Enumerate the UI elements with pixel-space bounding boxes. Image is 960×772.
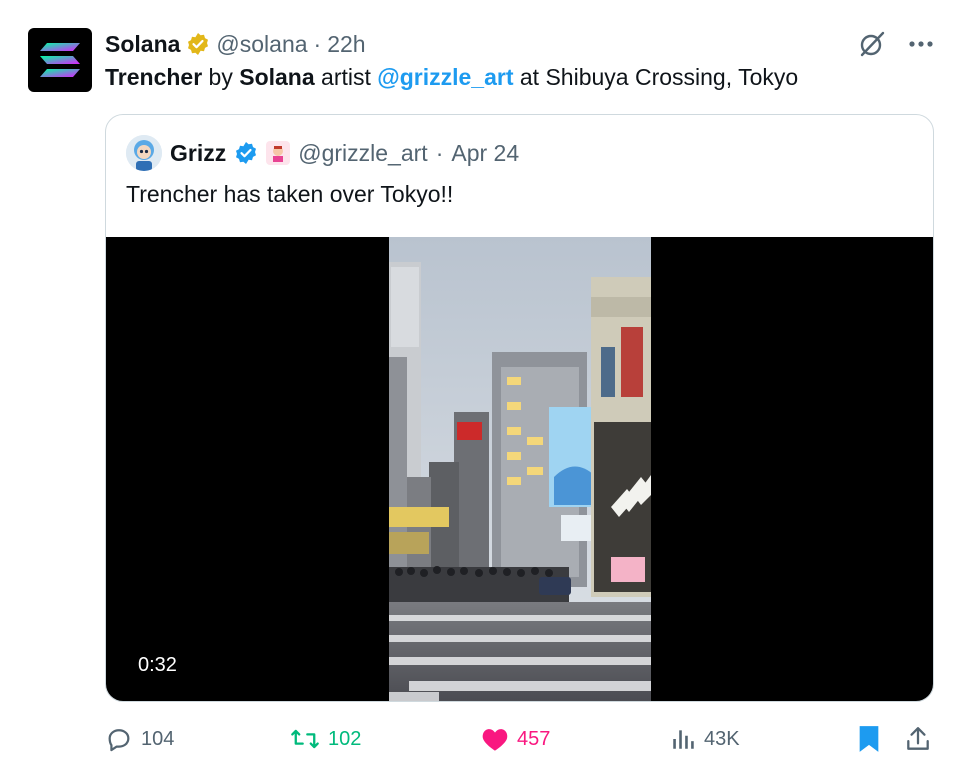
tweet-body: Trencher by Solana artist @grizzle_art a… (105, 64, 798, 91)
grok-button[interactable] (858, 30, 886, 58)
bookmark-button[interactable] (857, 722, 881, 756)
video-player[interactable]: 0:32 (106, 237, 933, 701)
solana-avatar[interactable] (28, 28, 92, 92)
separator-dot: · (313, 30, 322, 57)
more-icon (909, 41, 933, 47)
action-bar: 104 102 457 43K (105, 722, 937, 756)
views-count: 43K (704, 727, 740, 750)
share-button[interactable] (905, 722, 931, 756)
affiliate-badge-icon[interactable] (266, 141, 291, 165)
author-handle[interactable]: @solana (216, 31, 307, 58)
body-text-1: by (202, 64, 240, 90)
more-button[interactable] (908, 40, 934, 48)
reply-count: 104 (141, 727, 175, 750)
reply-button[interactable]: 104 (105, 722, 174, 756)
quote-author-handle[interactable]: @grizzle_art (298, 140, 427, 167)
grok-icon (860, 31, 885, 57)
quote-header: Grizz @grizzle_art · Apr 24 (126, 135, 519, 171)
body-text-3: at Shibuya Crossing, Tokyo (513, 64, 799, 90)
retweet-icon (291, 729, 319, 749)
quote-date[interactable]: Apr 24 (451, 140, 519, 167)
quote-author-name[interactable]: Grizz (170, 140, 226, 167)
quote-separator-dot: · (435, 139, 444, 166)
quote-avatar[interactable] (126, 135, 162, 171)
quoted-tweet[interactable]: Grizz @grizzle_art · Apr 24 Trencher has… (105, 114, 934, 702)
quote-text: Trencher has taken over Tokyo!! (126, 181, 454, 207)
body-bold-solana: Solana (239, 64, 315, 90)
retweet-count: 102 (328, 727, 362, 750)
bookmark-icon (859, 726, 879, 752)
tweet-header: Solana @solana · 22h (105, 30, 366, 58)
tweet[interactable]: Solana @solana · 22h Trencher by Solana … (0, 0, 960, 772)
video-thumbnail (389, 237, 651, 701)
like-button[interactable]: 457 (481, 722, 550, 756)
share-icon (907, 727, 929, 750)
reply-icon (108, 729, 130, 752)
body-bold-trencher: Trencher (105, 64, 203, 90)
body-text-2: artist (314, 64, 378, 90)
tweet-time[interactable]: 22h (327, 31, 365, 58)
solana-logo-icon (40, 43, 80, 77)
video-duration: 0:32 (130, 651, 185, 680)
retweet-button[interactable]: 102 (290, 722, 361, 756)
heart-icon (482, 729, 508, 751)
verified-blue-badge-icon[interactable] (234, 141, 258, 165)
grizz-avatar-icon (126, 135, 162, 171)
author-name[interactable]: Solana (105, 31, 180, 58)
views-button[interactable]: 43K (670, 722, 740, 756)
affiliate-character-icon (268, 143, 289, 163)
like-count: 457 (517, 727, 551, 750)
mention-link[interactable]: @grizzle_art (377, 64, 513, 90)
views-icon (673, 730, 694, 749)
verified-gold-badge-icon[interactable] (186, 32, 210, 56)
